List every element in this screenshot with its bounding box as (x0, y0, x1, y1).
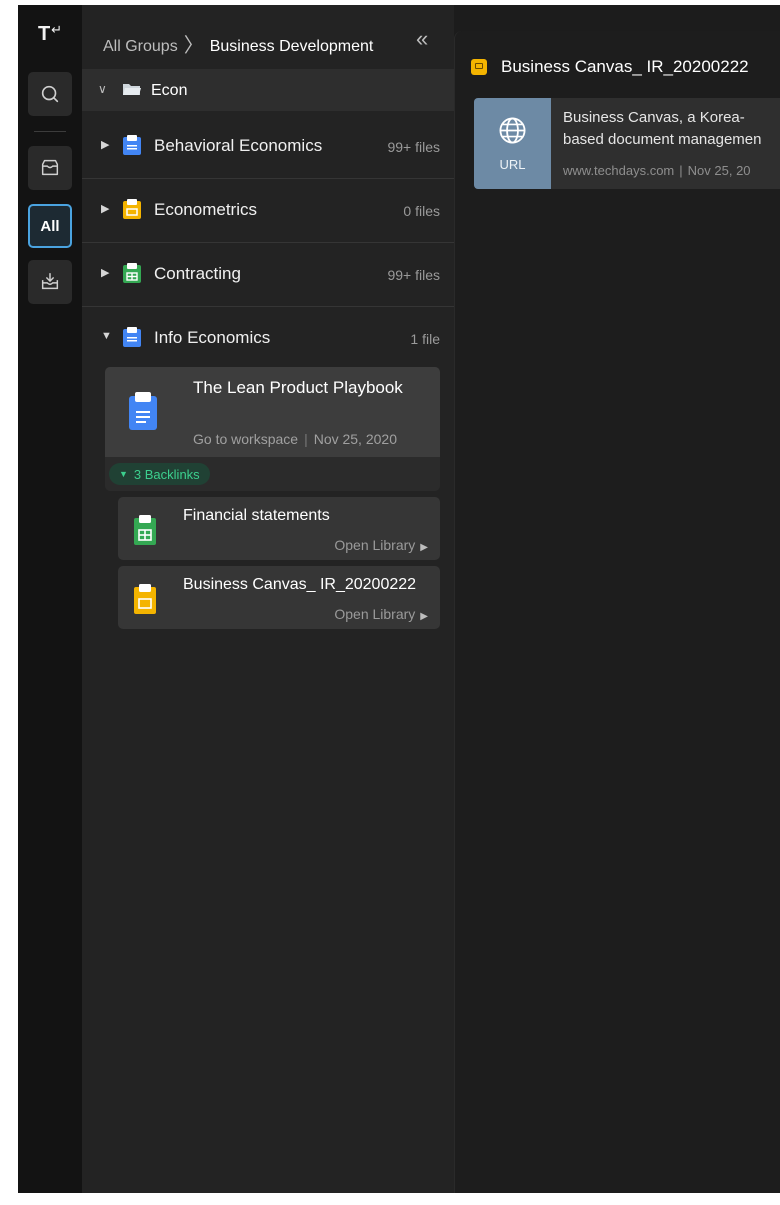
app-logo[interactable]: T↵ (18, 22, 82, 46)
collapse-arrow-icon: ▼ (101, 330, 112, 342)
meta-divider: | (304, 431, 308, 447)
breadcrumb: All Groups 〉 Business Development (103, 28, 373, 57)
open-library-link[interactable]: Open Library ▶ (334, 606, 428, 622)
inbox-button[interactable] (28, 146, 72, 190)
expand-arrow-icon: ▶ (101, 139, 110, 151)
url-label: URL (499, 157, 526, 172)
group-row-info-economics[interactable]: ▼ Info Economics 1 file (82, 307, 454, 371)
document-meta: Go to workspace | Nov 25, 2020 (193, 431, 397, 447)
sheet-icon (134, 515, 156, 545)
backlink-item[interactable]: Business Canvas_ IR_20200222 Open Librar… (118, 566, 440, 629)
slides-icon (123, 199, 141, 219)
group-file-count: 1 file (410, 331, 440, 347)
expand-arrow-icon: ▶ (101, 267, 110, 279)
url-card[interactable]: URL Business Canvas, a Korea- based docu… (474, 98, 780, 189)
go-to-workspace-link[interactable]: Go to workspace (193, 431, 298, 447)
breadcrumb-current[interactable]: Business Development (210, 38, 374, 55)
all-label: All (40, 217, 60, 235)
group-row-behavioral-economics[interactable]: ▶ Behavioral Economics 99+ files (82, 115, 454, 179)
folder-icon (123, 84, 141, 95)
folder-label: Econ (151, 82, 188, 99)
url-domain: www.techdays.com (563, 163, 675, 178)
backlink-title: Business Canvas_ IR_20200222 (183, 576, 417, 593)
play-arrow-icon: ▶ (420, 542, 428, 553)
inbox-download-icon (41, 273, 59, 290)
url-date: Nov 25, 20 (687, 163, 751, 178)
backlinks-toggle[interactable]: ▼ 3 Backlinks (109, 463, 210, 485)
all-button[interactable]: All (28, 204, 72, 248)
url-description-line: Business Canvas, a Korea- (563, 109, 745, 126)
url-meta: www.techdays.com | Nov 25, 20 (563, 163, 751, 178)
logo-text: T (37, 23, 51, 45)
slides-icon (471, 59, 487, 75)
group-row-econometrics[interactable]: ▶ Econometrics 0 files (82, 179, 454, 243)
group-row-contracting[interactable]: ▶ Contracting 99+ files (82, 243, 454, 307)
chevron-down-icon: ∨ (98, 82, 107, 96)
breadcrumb-root[interactable]: All Groups (103, 38, 178, 55)
rail-divider (34, 131, 66, 132)
doc-icon (123, 135, 141, 155)
group-file-count: 99+ files (387, 267, 440, 283)
open-library-label: Open Library (334, 606, 416, 622)
url-thumbnail: URL (474, 98, 551, 189)
folder-row-econ[interactable]: ∨ Econ (82, 69, 454, 111)
search-icon (41, 85, 59, 103)
page-title: Business Canvas_ IR_20200222 (501, 57, 749, 76)
sidebar: All Groups 〉 Business Development « ∨ Econ… (82, 5, 454, 1193)
url-description-line: based document managemen (563, 131, 762, 148)
group-file-count: 99+ files (387, 139, 440, 155)
icon-rail: T↵ All (18, 5, 82, 1193)
app-window: T↵ All All Groups 〉 Business Development «… (18, 5, 780, 1193)
open-library-label: Open Library (334, 537, 416, 553)
backlink-item[interactable]: Financial statements Open Library ▶ (118, 497, 440, 560)
document-card[interactable]: The Lean Product Playbook Go to workspac… (105, 367, 440, 491)
slides-icon (134, 584, 156, 614)
play-arrow-icon: ▶ (420, 611, 428, 622)
document-date: Nov 25, 2020 (313, 431, 397, 447)
triangle-down-icon: ▼ (119, 469, 128, 479)
meta-divider: | (679, 163, 683, 178)
document-title: The Lean Product Playbook (193, 378, 403, 397)
logo-mark: ↵ (51, 22, 63, 37)
sheet-icon (123, 263, 141, 283)
breadcrumb-separator-icon: 〉 (183, 35, 204, 57)
doc-icon (123, 327, 141, 347)
download-button[interactable] (28, 260, 72, 304)
search-button[interactable] (28, 72, 72, 116)
backlink-title: Financial statements (183, 507, 330, 524)
group-name: Info Economics (154, 328, 271, 347)
main-panel: Business Canvas_ IR_20200222 URL Busines… (454, 31, 780, 1193)
group-name: Contracting (154, 264, 241, 283)
tray-icon (41, 159, 59, 176)
open-library-link[interactable]: Open Library ▶ (334, 537, 428, 553)
backlinks-label: 3 Backlinks (133, 466, 200, 482)
group-name: Behavioral Economics (154, 136, 323, 155)
expand-arrow-icon: ▶ (101, 203, 110, 215)
collapse-sidebar-icon[interactable]: « (416, 26, 428, 52)
group-name: Econometrics (154, 200, 257, 219)
group-file-count: 0 files (403, 203, 440, 219)
url-description: Business Canvas, a Korea- based document… (563, 107, 761, 151)
doc-icon (129, 392, 157, 430)
globe-icon (499, 117, 526, 144)
